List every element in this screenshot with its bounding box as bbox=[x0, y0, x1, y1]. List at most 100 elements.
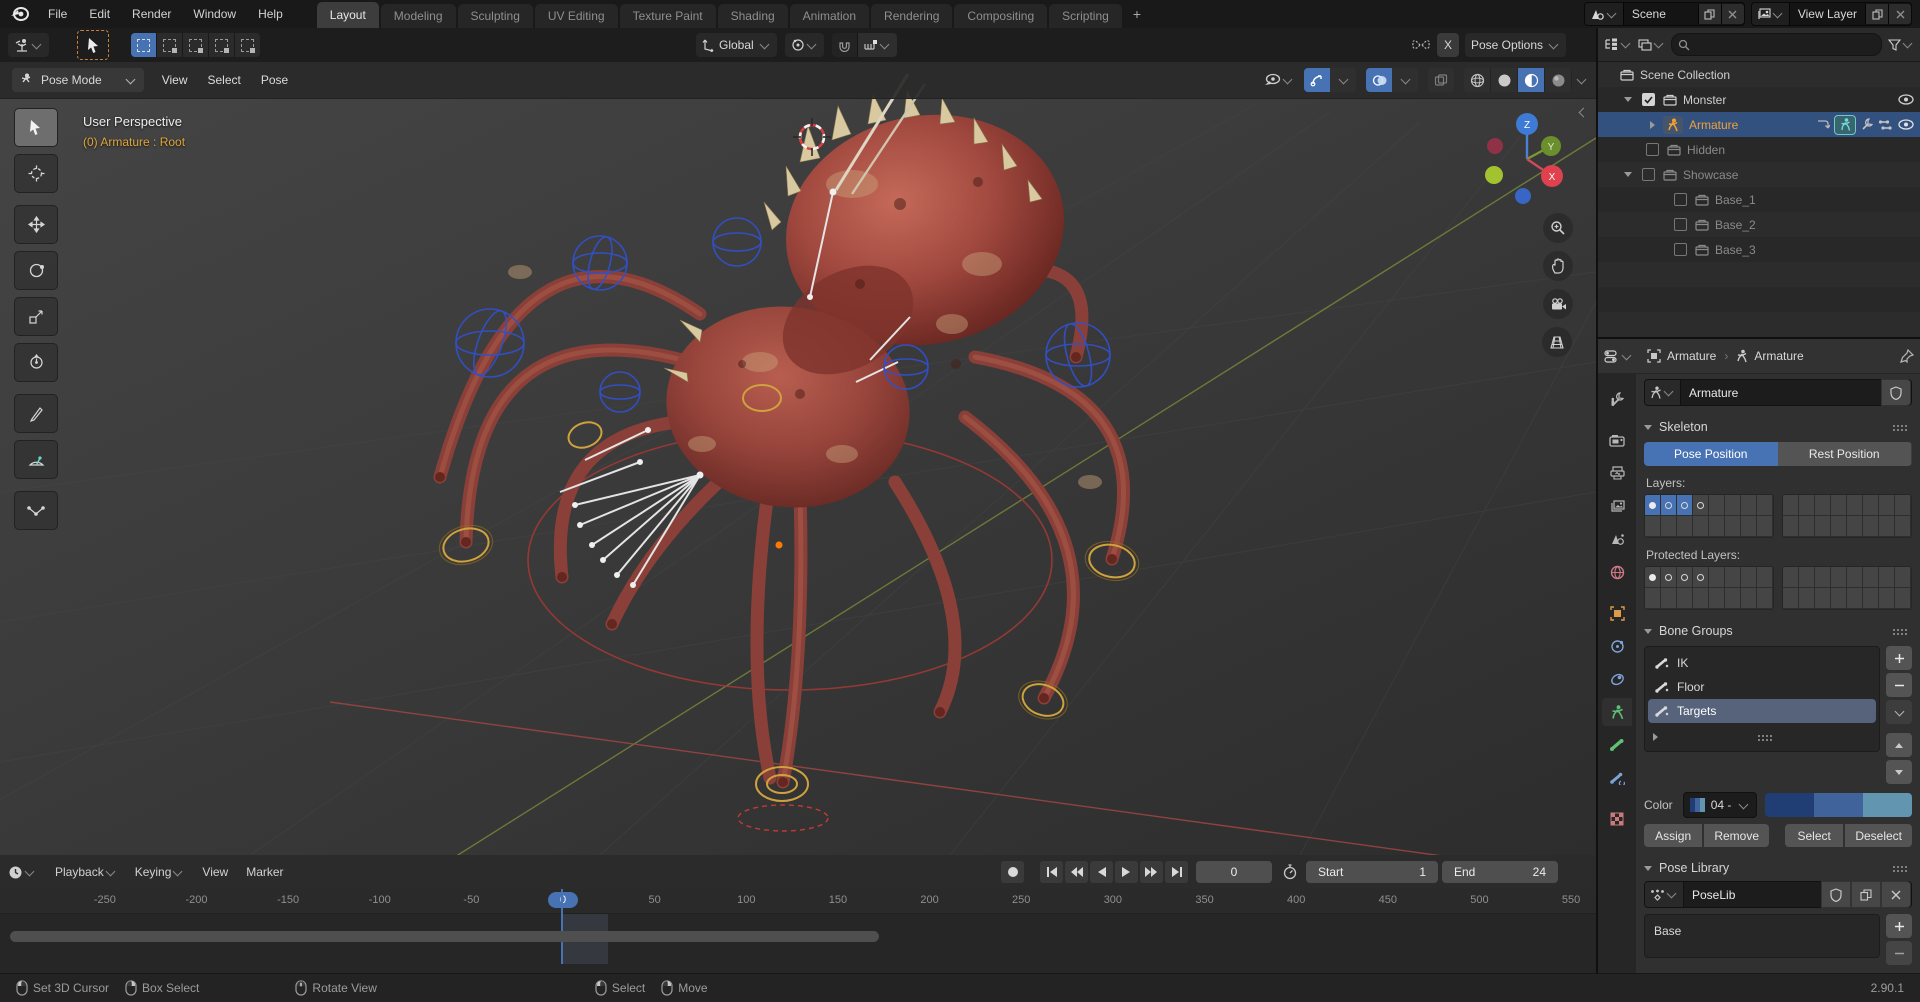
layer-cell[interactable] bbox=[1863, 567, 1879, 588]
skeleton-panel-header[interactable]: Skeleton bbox=[1644, 414, 1912, 440]
layer-cell[interactable] bbox=[1783, 588, 1799, 609]
outliner-row-armature[interactable]: Armature bbox=[1598, 112, 1920, 137]
tool-transform[interactable] bbox=[14, 343, 58, 382]
tool-scale[interactable] bbox=[14, 297, 58, 336]
layer-cell[interactable] bbox=[1799, 516, 1815, 537]
layer-cell[interactable] bbox=[1783, 495, 1799, 516]
workspace-tab[interactable]: Shading bbox=[718, 4, 788, 28]
collection-checkbox-monster[interactable] bbox=[1642, 93, 1655, 106]
overlays-toggle[interactable] bbox=[1366, 68, 1392, 92]
menu-item[interactable]: Render bbox=[121, 0, 182, 28]
pose-lib-name-input[interactable]: PoseLib bbox=[1684, 888, 1821, 902]
layer-cell[interactable] bbox=[1879, 567, 1895, 588]
layer-cell[interactable] bbox=[1815, 567, 1831, 588]
tool-rotate[interactable] bbox=[14, 251, 58, 290]
eye-icon[interactable] bbox=[1898, 94, 1914, 105]
assign-button[interactable]: Assign bbox=[1644, 824, 1702, 847]
menu-item[interactable]: Edit bbox=[78, 0, 121, 28]
layer-cell[interactable] bbox=[1693, 567, 1709, 588]
outliner-row-showcase[interactable]: Showcase bbox=[1598, 162, 1920, 187]
layer-cell[interactable] bbox=[1709, 588, 1725, 609]
workspace-tab[interactable]: Animation bbox=[790, 4, 869, 28]
select-button[interactable]: Select bbox=[1785, 824, 1843, 847]
layer-cell[interactable] bbox=[1677, 588, 1693, 609]
outliner-display-mode-button[interactable] bbox=[1638, 39, 1665, 51]
prev-keyframe-button[interactable] bbox=[1065, 861, 1088, 883]
layer-cell[interactable] bbox=[1709, 495, 1725, 516]
menu-item[interactable]: File bbox=[37, 0, 78, 28]
panel-grip[interactable] bbox=[1892, 424, 1908, 431]
pose-item-base[interactable]: Base bbox=[1648, 919, 1876, 943]
layer-cell[interactable] bbox=[1847, 567, 1863, 588]
outliner-row-base-2[interactable]: Base_2 bbox=[1598, 212, 1920, 237]
view-layer-browse-button[interactable] bbox=[1752, 3, 1790, 25]
layer-cell[interactable] bbox=[1879, 516, 1895, 537]
swatch-active[interactable] bbox=[1863, 793, 1912, 817]
pose-position-button[interactable]: Pose Position bbox=[1644, 442, 1778, 466]
select-mode-set[interactable] bbox=[131, 33, 157, 57]
scene-unlink-button[interactable] bbox=[1721, 4, 1744, 24]
viewport-menu-view[interactable]: View bbox=[152, 73, 198, 87]
outliner-search[interactable] bbox=[1671, 33, 1882, 56]
workspace-tab[interactable]: Compositing bbox=[954, 4, 1047, 28]
tool-select-box[interactable] bbox=[14, 108, 58, 147]
layer-cell[interactable] bbox=[1757, 516, 1773, 537]
tab-view-layer[interactable] bbox=[1602, 492, 1632, 520]
shading-material-button[interactable] bbox=[1518, 68, 1545, 92]
scene-browse-button[interactable] bbox=[1585, 3, 1624, 25]
tab-tool[interactable] bbox=[1602, 385, 1632, 413]
workspace-tab[interactable]: Rendering bbox=[871, 4, 952, 28]
menu-item[interactable]: Window bbox=[182, 0, 247, 28]
layer-cell[interactable] bbox=[1741, 567, 1757, 588]
root-foot-circle[interactable] bbox=[738, 805, 828, 831]
show-object-types-dropdown[interactable] bbox=[1263, 73, 1294, 87]
next-keyframe-button[interactable] bbox=[1140, 861, 1163, 883]
move-group-down-button[interactable] bbox=[1886, 760, 1912, 784]
collection-checkbox-base-2[interactable] bbox=[1674, 218, 1687, 231]
timeline-editor-type-button[interactable] bbox=[8, 865, 36, 880]
layer-cell[interactable] bbox=[1693, 516, 1709, 537]
layer-cell[interactable] bbox=[1677, 495, 1693, 516]
list-filter-expand[interactable] bbox=[1653, 733, 1658, 741]
layer-cell[interactable] bbox=[1725, 495, 1741, 516]
navigation-gizmo[interactable]: Z Y X bbox=[1485, 113, 1563, 204]
layer-cell[interactable] bbox=[1895, 516, 1911, 537]
layer-cell[interactable] bbox=[1645, 567, 1661, 588]
outliner-filter-button[interactable] bbox=[1888, 39, 1914, 51]
tool-annotate[interactable] bbox=[14, 394, 58, 433]
viewport-menu-select[interactable]: Select bbox=[198, 73, 251, 87]
pose-options-dropdown[interactable]: Pose Options bbox=[1465, 33, 1566, 57]
camera-view-button[interactable] bbox=[1543, 289, 1573, 319]
pose-lib-browse[interactable] bbox=[1645, 882, 1684, 907]
active-tool-button[interactable] bbox=[77, 30, 109, 60]
deselect-button[interactable]: Deselect bbox=[1845, 824, 1912, 847]
tab-constraints[interactable] bbox=[1602, 665, 1632, 693]
sidebar-collapse-arrow[interactable] bbox=[1577, 106, 1590, 121]
snap-toggle[interactable] bbox=[832, 33, 857, 57]
armature-name-input[interactable]: Armature bbox=[1681, 386, 1881, 400]
pivot-point-dropdown[interactable] bbox=[785, 33, 824, 57]
select-mode-invert[interactable] bbox=[209, 33, 235, 57]
properties-editor-type-button[interactable] bbox=[1604, 350, 1633, 363]
workspace-tab[interactable]: Scripting bbox=[1049, 4, 1122, 28]
play-reverse-button[interactable] bbox=[1090, 861, 1113, 883]
play-button[interactable] bbox=[1115, 861, 1138, 883]
add-workspace-button[interactable]: + bbox=[1123, 6, 1151, 22]
outliner-row-base-3[interactable]: Base_3 bbox=[1598, 237, 1920, 262]
outliner-editor-type-button[interactable] bbox=[1604, 38, 1632, 51]
tab-bone[interactable] bbox=[1602, 731, 1632, 759]
overlays-dropdown[interactable] bbox=[1392, 68, 1418, 92]
layer-cell[interactable] bbox=[1863, 495, 1879, 516]
tab-scene[interactable] bbox=[1602, 525, 1632, 553]
bone-group-item[interactable]: Targets bbox=[1648, 699, 1876, 723]
layer-cell[interactable] bbox=[1741, 516, 1757, 537]
shading-dropdown[interactable] bbox=[1577, 74, 1587, 84]
ortho-toggle-button[interactable] bbox=[1542, 327, 1572, 357]
tab-output[interactable] bbox=[1602, 459, 1632, 487]
tab-bone-constraints[interactable] bbox=[1602, 764, 1632, 792]
layer-cell[interactable] bbox=[1725, 588, 1741, 609]
scene-copy-button[interactable] bbox=[1698, 4, 1721, 24]
current-frame-field[interactable]: 0 bbox=[1196, 861, 1272, 883]
layer-cell[interactable] bbox=[1677, 567, 1693, 588]
layer-cell[interactable] bbox=[1847, 516, 1863, 537]
